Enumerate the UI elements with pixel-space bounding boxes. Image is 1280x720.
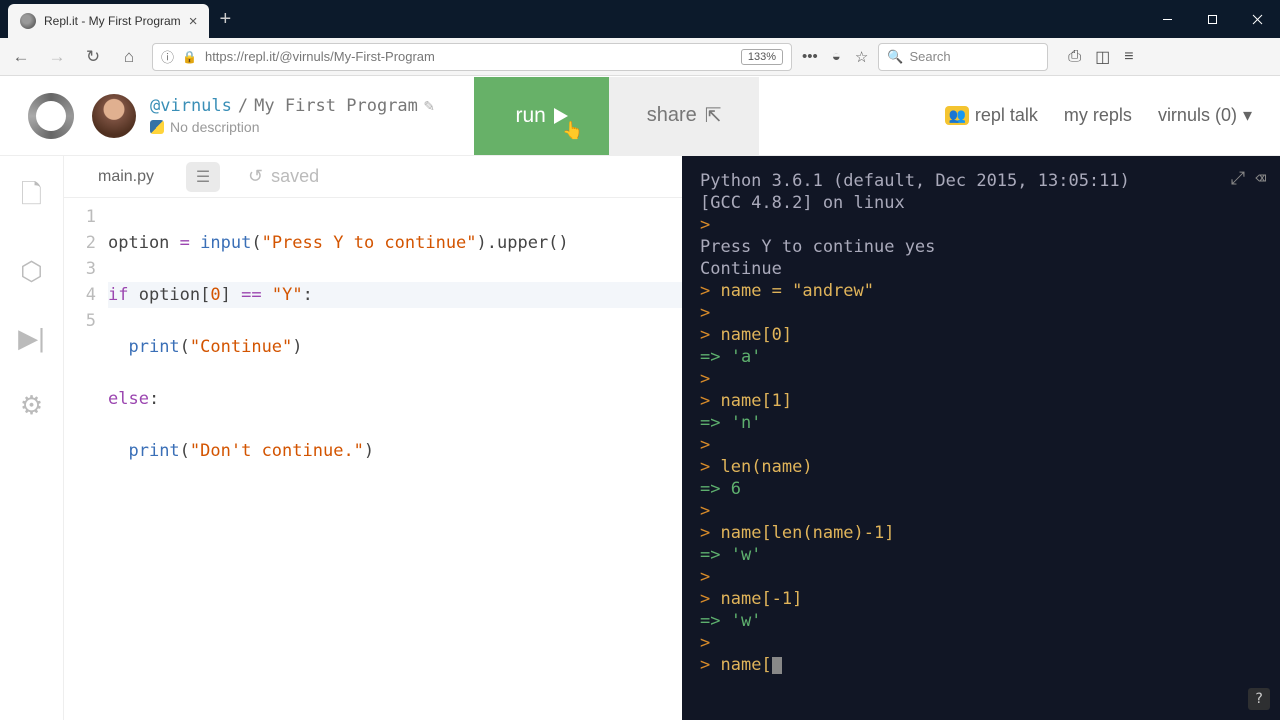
terminal[interactable]: ⤢ ⌫ Python 3.6.1 (default, Dec 2015, 13:… [682,156,1280,720]
my-repls-link[interactable]: my repls [1064,105,1132,126]
replit-logo[interactable] [28,93,74,139]
page-action-icons: ••• ◒ ☆ [802,48,868,66]
editor-tabs: main.py ☰ ↺ saved [64,156,682,198]
terminal-current: name[ [720,655,771,675]
packages-icon[interactable]: ⬡ [20,256,43,287]
menu-icon[interactable]: ≡ [1124,48,1133,66]
settings-icon[interactable]: ⚙ [20,390,43,421]
search-placeholder: Search [909,49,950,64]
project-name: @virnuls/My First Program ✎ [150,96,434,116]
url-text: https://repl.it/@virnuls/My-First-Progra… [205,49,435,64]
info-icon[interactable]: ⓘ [161,47,174,66]
new-tab-button[interactable]: + [209,8,241,31]
maximize-button[interactable] [1190,0,1235,38]
lock-icon: 🔒 [182,50,197,64]
toolbar-right: ⎙ ◫ ≡ [1068,47,1133,67]
url-bar[interactable]: ⓘ 🔒 https://repl.it/@virnuls/My-First-Pr… [152,43,792,71]
file-tab-main[interactable]: main.py [72,160,180,194]
saved-indicator: ↺ saved [248,166,319,187]
history-icon: ↺ [248,166,263,187]
code-lines[interactable]: option = input("Press Y to continue").up… [108,204,682,720]
tab-close-icon[interactable]: × [189,13,198,30]
browser-tab[interactable]: Repl.it - My First Program × [8,4,209,38]
window-controls [1145,0,1280,38]
project-info: @virnuls/My First Program ✎ No descripti… [150,96,434,135]
line-gutter: 12345 [64,204,108,720]
terminal-out: Continue [700,258,1262,280]
back-button[interactable]: ← [8,44,34,70]
python-icon [150,120,164,134]
terminal-cursor [772,657,782,674]
forward-button[interactable]: → [44,44,70,70]
terminal-io: Press Y to continue yes [700,236,1262,258]
sidebar-icon[interactable]: ◫ [1095,47,1110,67]
minimize-button[interactable] [1145,0,1190,38]
search-box[interactable]: 🔍 Search [878,43,1048,71]
terminal-info-1: Python 3.6.1 (default, Dec 2015, 13:05:1… [700,170,1262,192]
expand-icon[interactable]: ⤢ [1231,168,1245,190]
library-icon[interactable]: ⎙ [1068,48,1081,66]
project-owner[interactable]: @virnuls [150,96,232,116]
edit-icon[interactable]: ✎ [424,96,434,116]
app-header: @virnuls/My First Program ✎ No descripti… [0,76,1280,156]
terminal-info-2: [GCC 4.8.2] on linux [700,192,1262,214]
share-icon: ⇱ [705,103,722,128]
tab-title: Repl.it - My First Program [44,14,181,28]
editor-panel: main.py ☰ ↺ saved 12345 option = input("… [64,156,682,720]
browser-toolbar: ← → ↻ ⌂ ⓘ 🔒 https://repl.it/@virnuls/My-… [0,38,1280,76]
format-button[interactable]: ☰ [186,162,220,192]
bookmark-star-icon[interactable]: ☆ [855,48,868,66]
run-button[interactable]: run 👆 [474,77,609,155]
debugger-icon[interactable]: ▶| [18,323,45,354]
tab-favicon [20,13,36,29]
project-description: No description [150,119,434,135]
repl-talk-link[interactable]: 👥repl talk [945,105,1037,126]
header-links: 👥repl talk my repls virnuls (0)▾ [945,105,1252,126]
left-toolbar: 🗋 ⬡ ▶| ⚙ [0,156,64,720]
zoom-badge[interactable]: 133% [741,49,783,65]
home-button[interactable]: ⌂ [116,44,142,70]
user-menu[interactable]: virnuls (0)▾ [1158,105,1252,126]
people-icon: 👥 [945,106,968,125]
code-editor[interactable]: 12345 option = input("Press Y to continu… [64,198,682,720]
help-button[interactable]: ? [1248,688,1270,710]
cursor-icon: 👆 [562,121,583,141]
clear-icon[interactable]: ⌫ [1255,168,1266,190]
reload-button[interactable]: ↻ [80,44,106,70]
terminal-controls: ⤢ ⌫ [1231,168,1266,190]
search-icon: 🔍 [887,49,903,65]
main-content: 🗋 ⬡ ▶| ⚙ main.py ☰ ↺ saved 12345 option … [0,156,1280,720]
project-title: My First Program [254,96,418,116]
files-icon[interactable]: 🗋 [21,176,42,220]
chevron-down-icon: ▾ [1243,105,1252,126]
pocket-icon[interactable]: ◒ [832,48,841,65]
more-actions-icon[interactable]: ••• [802,48,818,65]
browser-titlebar: Repl.it - My First Program × + [0,0,1280,38]
user-avatar[interactable] [92,94,136,138]
share-button[interactable]: share ⇱ [609,77,759,155]
close-window-button[interactable] [1235,0,1280,38]
